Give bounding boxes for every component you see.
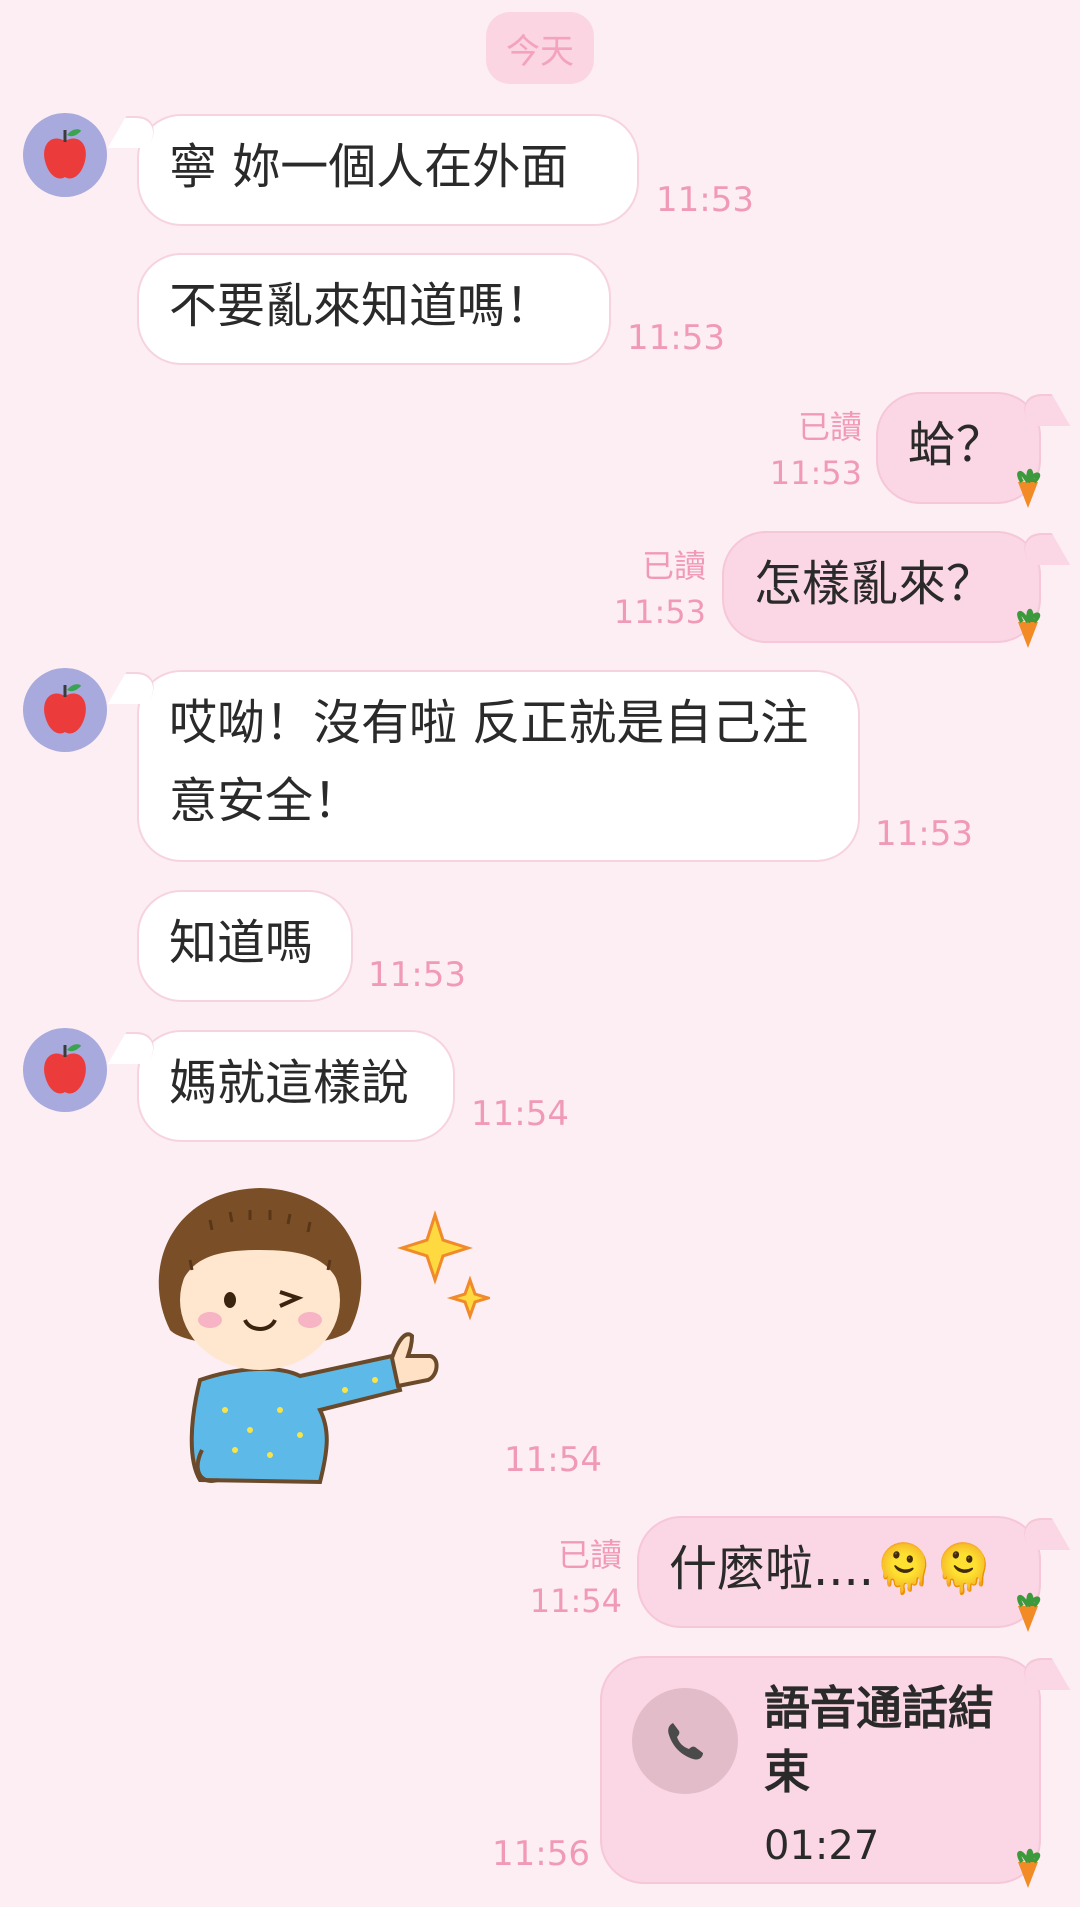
- message-time: 11:54: [529, 1582, 622, 1620]
- message-bubble[interactable]: 不要亂來知道嗎！: [137, 253, 611, 365]
- read-receipt: 已讀 11:53: [614, 543, 706, 635]
- avatar[interactable]: [23, 1028, 107, 1112]
- message-text: 不要亂來知道嗎！: [169, 278, 554, 334]
- date-separator: 今天: [486, 12, 594, 84]
- message-text: 什麼啦....: [669, 1541, 875, 1597]
- read-status: 已讀: [797, 408, 862, 446]
- message-time: 11:54: [471, 1094, 569, 1134]
- message-bubble[interactable]: 寧 妳一個人在外面: [137, 114, 639, 226]
- call-title: 語音通話結束: [764, 1681, 994, 1799]
- read-status: 已讀: [641, 547, 706, 585]
- read-status: 已讀: [557, 1536, 622, 1574]
- read-receipt: 已讀 11:53: [770, 404, 862, 496]
- girl-thumbs-up-sticker[interactable]: [130, 1180, 490, 1500]
- message-text: 哎呦！沒有啦 反正就是自己注意安全！: [169, 695, 809, 829]
- message-text: 知道嗎: [169, 915, 314, 971]
- phone-icon: [668, 1723, 703, 1760]
- message-bubble[interactable]: 媽就這樣說: [137, 1030, 455, 1142]
- melting-face-emoji: 🫠🫠: [874, 1541, 994, 1597]
- message-time: 11:54: [504, 1440, 602, 1480]
- carrot-icon: [1017, 1592, 1041, 1632]
- apple-avatar-icon: [44, 1044, 86, 1094]
- message-time: 11:53: [875, 814, 973, 854]
- message-bubble[interactable]: 什麼啦....🫠🫠: [637, 1516, 1041, 1628]
- message-time: 11:53: [368, 955, 466, 995]
- call-icon-button[interactable]: [632, 1688, 738, 1794]
- message-text: 媽就這樣說: [169, 1055, 410, 1111]
- message-text: 怎樣亂來？: [754, 556, 995, 612]
- avatar[interactable]: [23, 668, 107, 752]
- message-bubble[interactable]: 知道嗎: [137, 890, 353, 1002]
- message-time: 11:53: [769, 454, 862, 492]
- voice-call-bubble[interactable]: 語音通話結束 01:27: [600, 1656, 1041, 1884]
- apple-avatar-icon: [44, 684, 86, 734]
- message-time: 11:53: [627, 318, 725, 358]
- call-duration: 01:27: [764, 1823, 880, 1869]
- read-receipt: 已讀 11:54: [530, 1532, 622, 1624]
- avatar[interactable]: [23, 113, 107, 197]
- apple-avatar-icon: [44, 129, 86, 179]
- message-bubble[interactable]: 哎呦！沒有啦 反正就是自己注意安全！: [137, 670, 860, 862]
- message-time: 11:53: [613, 593, 706, 631]
- message-text: 寧 妳一個人在外面: [169, 139, 569, 195]
- message-bubble[interactable]: 怎樣亂來？: [722, 531, 1041, 643]
- carrot-icon: [1017, 608, 1041, 648]
- carrot-icon: [1017, 468, 1041, 508]
- message-time: 11:53: [656, 180, 754, 220]
- message-time: 11:56: [492, 1834, 590, 1874]
- carrot-icon: [1017, 1848, 1041, 1888]
- message-text: 蛤？: [908, 417, 1005, 473]
